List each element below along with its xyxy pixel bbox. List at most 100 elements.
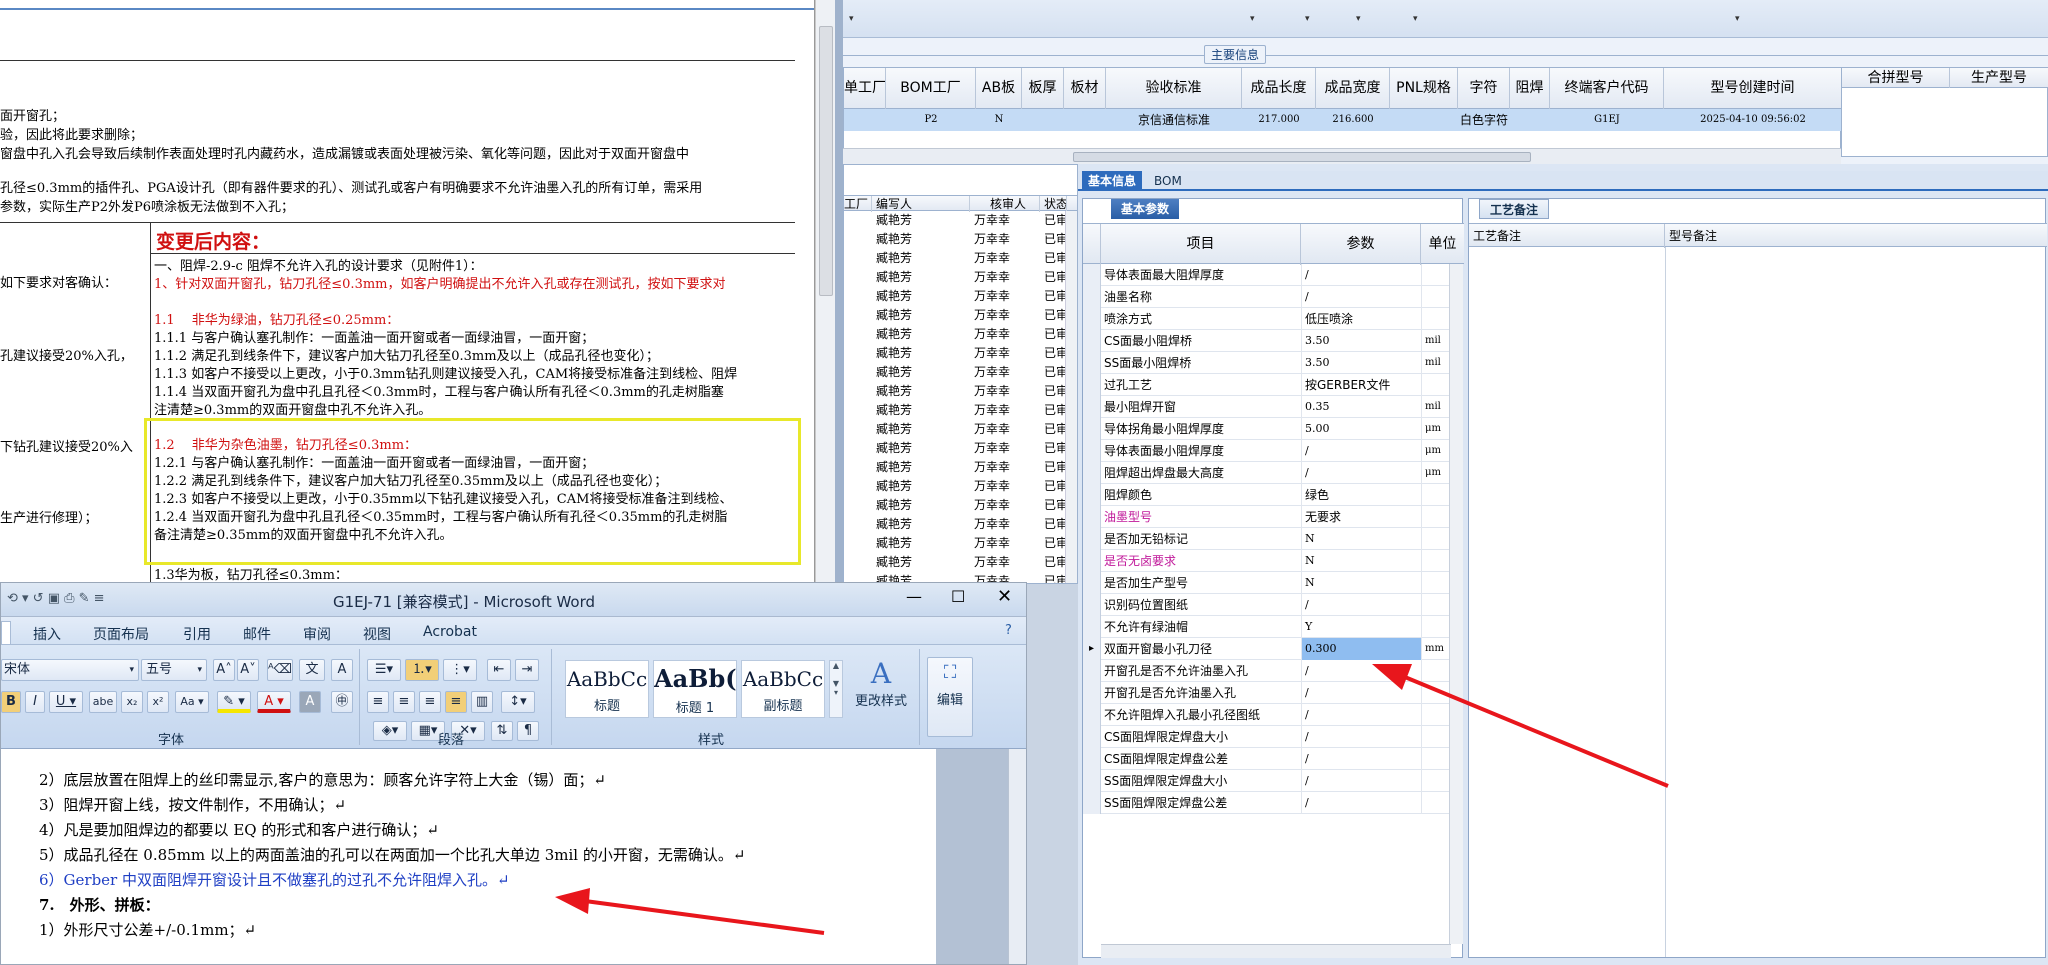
sort-icon[interactable]: ⇅ xyxy=(491,721,513,741)
param-row[interactable]: CS面阻焊限定焊盘大小 / xyxy=(1083,726,1464,748)
param-row[interactable]: 不允许阻焊入孔最小孔径图纸 / xyxy=(1083,704,1464,726)
param-row[interactable]: 阻焊超出焊盘最大高度 / μm xyxy=(1083,462,1464,484)
show-marks-icon[interactable]: ¶ xyxy=(517,721,539,741)
param-value[interactable]: 按GERBER文件 xyxy=(1301,374,1421,396)
list-item[interactable]: 臧艳芳 万幸幸 已审核 xyxy=(844,211,1077,230)
list-item[interactable]: 臧艳芳 万幸幸 已审核 xyxy=(844,344,1077,363)
column-header[interactable]: 板厚 xyxy=(1022,68,1064,109)
tab-references[interactable]: 引用 xyxy=(183,624,211,644)
char-border-icon[interactable]: A xyxy=(331,659,353,681)
font-color-icon[interactable]: A ▾ xyxy=(257,691,291,713)
tab-mailings[interactable]: 邮件 xyxy=(243,624,271,644)
param-row[interactable]: 不允许有绿油帽 Y xyxy=(1083,616,1464,638)
row-indicator[interactable] xyxy=(1083,506,1101,528)
row-indicator[interactable] xyxy=(1083,264,1101,286)
tab-bom[interactable]: BOM xyxy=(1148,171,1188,191)
column-header[interactable]: 阻焊 xyxy=(1510,68,1550,109)
param-row[interactable]: 油墨型号 无要求 xyxy=(1083,506,1464,528)
param-value[interactable]: 绿色 xyxy=(1301,484,1421,506)
row-indicator[interactable] xyxy=(1083,660,1101,682)
dropdown-arrow-icon[interactable]: ▾ xyxy=(1413,14,1418,24)
grid-hscrollbar[interactable] xyxy=(843,148,1841,164)
param-row[interactable]: 导体拐角最小阻焊厚度 5.00 μm xyxy=(1083,418,1464,440)
param-value[interactable]: 0.35 xyxy=(1301,396,1421,418)
param-row[interactable]: 是否加无铅标记 N xyxy=(1083,528,1464,550)
list-item[interactable]: 臧艳芳 万幸幸 已审核 xyxy=(844,477,1077,496)
bold-icon[interactable]: B xyxy=(1,691,21,713)
row-indicator[interactable] xyxy=(1083,792,1101,814)
maximize-icon[interactable]: ☐ xyxy=(951,587,965,606)
row-indicator[interactable] xyxy=(1083,308,1101,330)
param-row[interactable]: ▸ 双面开窗最小孔刀径 0.300 mm xyxy=(1083,638,1464,660)
list-item[interactable]: 臧艳芳 万幸幸 已审核 xyxy=(844,496,1077,515)
row-indicator[interactable] xyxy=(1083,594,1101,616)
style-heading1[interactable]: AaBb(标题 1 xyxy=(653,660,737,718)
tab-view[interactable]: 视图 xyxy=(363,624,391,644)
column-header[interactable]: 字符 xyxy=(1458,68,1510,109)
param-value[interactable]: / xyxy=(1301,770,1421,792)
list-item[interactable]: 臧艳芳 万幸幸 已审核 xyxy=(844,325,1077,344)
list-scrollbar[interactable] xyxy=(1065,211,1077,583)
enclose-char-icon[interactable]: ㊥ xyxy=(331,691,353,713)
column-header[interactable]: 编写人 xyxy=(872,196,970,212)
column-header[interactable]: 参数 xyxy=(1301,224,1421,265)
doc-scrollbar[interactable] xyxy=(815,0,835,590)
column-header[interactable]: 合拼型号 xyxy=(1842,68,1950,88)
styles-scroll[interactable]: ▲ ▼ ▾ xyxy=(829,660,843,718)
param-row[interactable]: CS面最小阻焊桥 3.50 mil xyxy=(1083,330,1464,352)
column-header[interactable]: 型号创建时间 xyxy=(1664,68,1842,109)
decrease-indent-icon[interactable]: ⇤ xyxy=(487,659,511,681)
param-value[interactable]: N xyxy=(1301,528,1421,550)
line-spacing-icon[interactable]: ↕▾ xyxy=(501,691,535,713)
underline-icon[interactable]: U ▾ xyxy=(49,691,83,713)
italic-icon[interactable]: I xyxy=(25,691,45,713)
column-header[interactable]: 工厂 xyxy=(844,196,872,212)
param-row[interactable]: 油墨名称 / xyxy=(1083,286,1464,308)
column-header[interactable]: 生产型号 xyxy=(1950,68,2048,88)
scroll-thumb[interactable] xyxy=(1073,152,1531,162)
row-indicator[interactable] xyxy=(1083,726,1101,748)
row-indicator[interactable] xyxy=(1083,616,1101,638)
justify-icon[interactable]: ≡ xyxy=(445,691,467,713)
row-indicator[interactable] xyxy=(1083,396,1101,418)
param-row[interactable]: 开窗孔是否允许油墨入孔 / xyxy=(1083,682,1464,704)
param-value[interactable]: / xyxy=(1301,462,1421,484)
column-header[interactable]: 成品宽度 xyxy=(1316,68,1390,109)
list-item[interactable]: 臧艳芳 万幸幸 已审核 xyxy=(844,363,1077,382)
param-value[interactable]: / xyxy=(1301,726,1421,748)
list-item[interactable]: 臧艳芳 万幸幸 已审核 xyxy=(844,306,1077,325)
param-value[interactable]: 3.50 xyxy=(1301,352,1421,374)
param-value[interactable]: / xyxy=(1301,704,1421,726)
row-indicator[interactable]: ▸ xyxy=(1083,638,1101,660)
column-header[interactable]: BOM工厂 xyxy=(886,68,976,109)
row-indicator[interactable] xyxy=(1083,330,1101,352)
change-case-icon[interactable]: Aa ▾ xyxy=(175,691,209,713)
param-value[interactable]: 3.50 xyxy=(1301,330,1421,352)
list-item[interactable]: 臧艳芳 万幸幸 已审核 xyxy=(844,534,1077,553)
list-item[interactable]: 臧艳芳 万幸幸 已审核 xyxy=(844,249,1077,268)
row-indicator[interactable] xyxy=(1083,550,1101,572)
column-header[interactable]: AB板 xyxy=(976,68,1022,109)
document-page[interactable]: 2）底层放置在阻焊上的丝印需显示,客户的意思为：顾客允许字符上大金（锡）面；↵ … xyxy=(1,749,936,964)
quick-access-icon[interactable]: ⟲ ▾ ↺ ▣ ⎙ ✎ ≡ xyxy=(7,591,105,606)
param-value[interactable]: 低压喷涂 xyxy=(1301,308,1421,330)
column-header[interactable]: PNL规格 xyxy=(1390,68,1458,109)
column-header[interactable]: 单位 xyxy=(1421,224,1464,265)
list-item[interactable]: 臧艳芳 万幸幸 已审核 xyxy=(844,420,1077,439)
dropdown-arrow-icon[interactable]: ▾ xyxy=(1250,14,1255,24)
param-value[interactable]: / xyxy=(1301,792,1421,814)
tab-layout[interactable]: 页面布局 xyxy=(93,624,149,644)
tab-craft-notes[interactable]: 工艺备注 xyxy=(1479,199,1550,219)
list-item[interactable]: 臧艳芳 万幸幸 已审核 xyxy=(844,439,1077,458)
param-row[interactable]: SS面阻焊限定焊盘大小 / xyxy=(1083,770,1464,792)
dropdown-arrow-icon[interactable]: ▾ xyxy=(1356,14,1361,24)
param-value[interactable]: / xyxy=(1301,440,1421,462)
list-item[interactable]: 臧艳芳 万幸幸 已审核 xyxy=(844,401,1077,420)
tab-review[interactable]: 审阅 xyxy=(303,624,331,644)
param-value[interactable]: 0.300 xyxy=(1301,638,1421,660)
grow-font-icon[interactable]: A˄ xyxy=(213,659,235,681)
param-row[interactable]: 喷涂方式 低压喷涂 xyxy=(1083,308,1464,330)
param-row[interactable]: 导体表面最小阻焊厚度 / μm xyxy=(1083,440,1464,462)
param-value[interactable]: / xyxy=(1301,682,1421,704)
phonetic-icon[interactable]: 文 xyxy=(299,659,325,681)
